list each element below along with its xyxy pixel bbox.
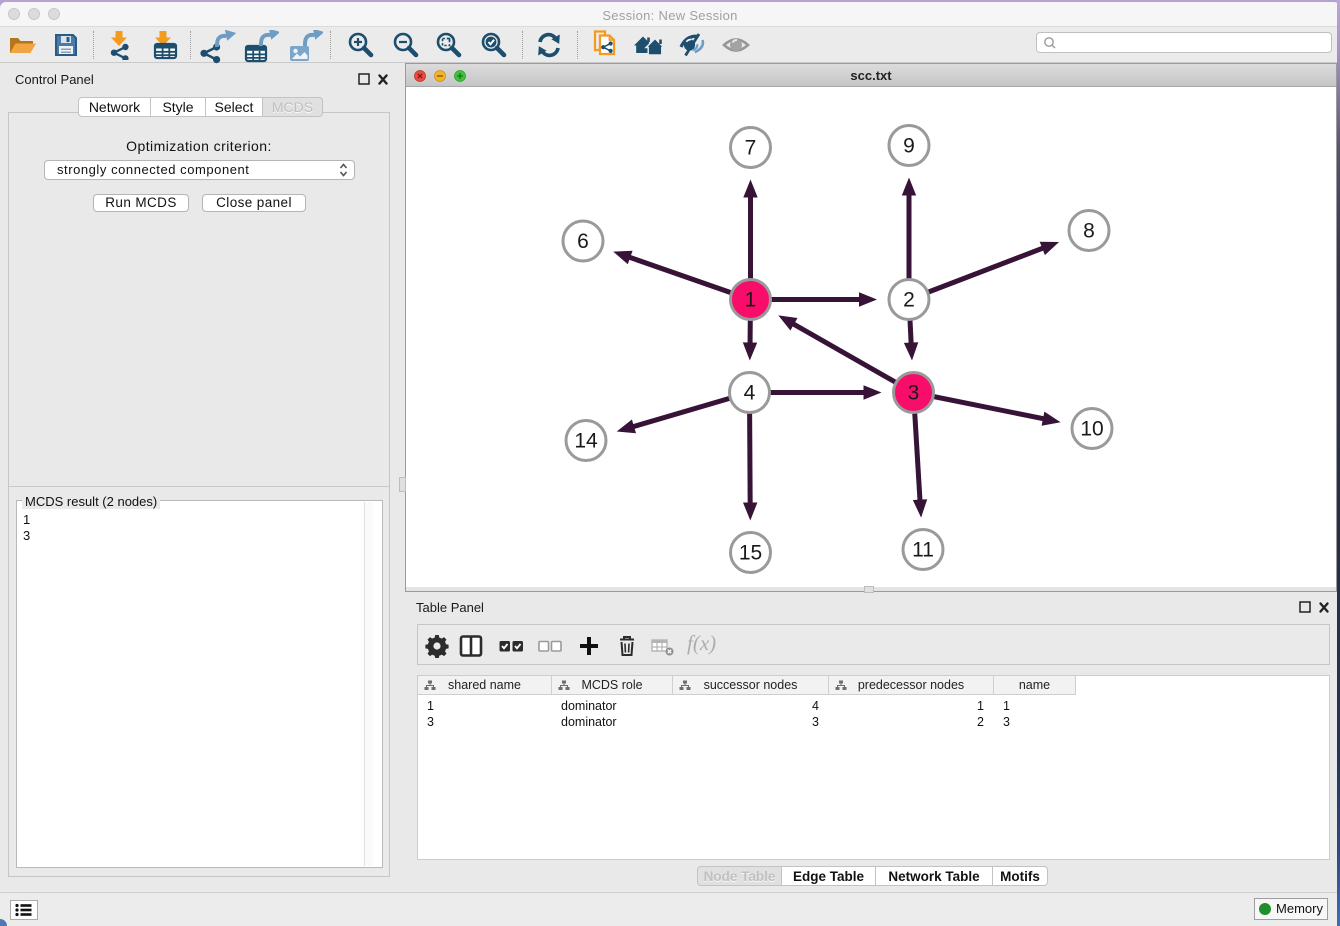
svg-text:7: 7 xyxy=(745,137,757,160)
svg-text:2: 2 xyxy=(903,289,915,312)
svg-text:9: 9 xyxy=(903,135,915,158)
svg-text:6: 6 xyxy=(577,230,589,253)
svg-text:4: 4 xyxy=(744,382,756,405)
svg-text:1: 1 xyxy=(745,289,757,312)
svg-text:10: 10 xyxy=(1080,418,1103,441)
svg-text:8: 8 xyxy=(1083,220,1095,243)
svg-text:3: 3 xyxy=(908,382,920,405)
svg-text:15: 15 xyxy=(739,542,762,565)
svg-text:11: 11 xyxy=(912,539,934,562)
svg-text:14: 14 xyxy=(574,430,598,453)
